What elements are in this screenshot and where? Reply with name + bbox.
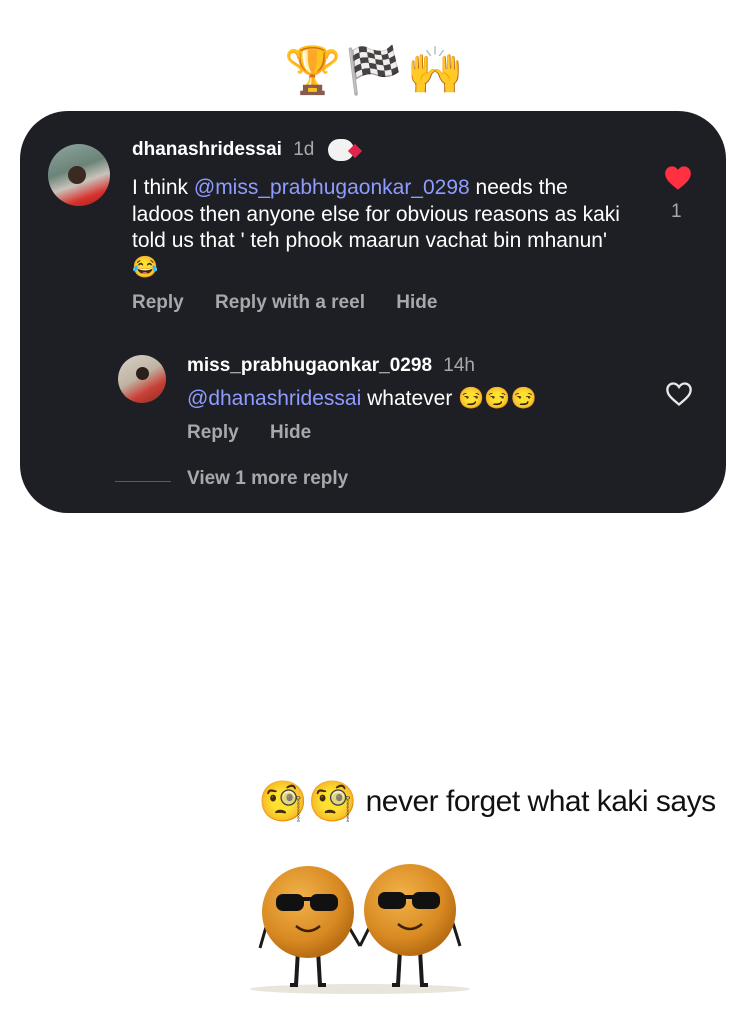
reply-button[interactable]: Reply xyxy=(132,292,184,313)
comment-username[interactable]: dhanashridessai xyxy=(132,139,282,160)
hide-button[interactable]: Hide xyxy=(396,292,437,313)
profile-badge-icon xyxy=(327,139,354,161)
caption-text: never forget what kaki says xyxy=(365,785,717,818)
reply-text-body: whatever 😏😏😏 xyxy=(361,387,537,410)
avatar-face xyxy=(68,166,86,184)
reply-avatar[interactable] xyxy=(118,355,166,403)
reply-reply-button[interactable]: Reply xyxy=(187,422,239,443)
comment-mention[interactable]: @miss_prabhugaonkar_0298 xyxy=(194,176,470,199)
ladoo-right xyxy=(358,864,462,987)
view-more-divider xyxy=(115,481,171,482)
comment-text-before: I think xyxy=(132,176,194,199)
reply-username-row: miss_prabhugaonkar_0298 14h xyxy=(187,355,475,377)
monocle-face-emojis: 🧐🧐 xyxy=(258,780,358,824)
avatar[interactable] xyxy=(48,144,110,206)
heart-filled-icon[interactable] xyxy=(664,165,692,191)
ladoo-left xyxy=(258,866,362,987)
reply-actions: Reply Hide xyxy=(187,422,337,444)
reply-mention[interactable]: @dhanashridessai xyxy=(187,387,361,410)
like-count: 1 xyxy=(671,201,682,222)
reply-text: @dhanashridessai whatever 😏😏😏 xyxy=(187,385,627,413)
reply-avatar-face xyxy=(136,367,149,380)
heart-outline-icon[interactable] xyxy=(665,381,693,407)
comment-actions: Reply Reply with a reel Hide xyxy=(132,292,463,314)
comment-card: dhanashridessai 1d I think @miss_prabhug… xyxy=(20,111,726,513)
reply-hide-button[interactable]: Hide xyxy=(270,422,311,443)
comment-text: I think @miss_prabhugaonkar_0298 needs t… xyxy=(132,175,632,281)
reply-time: 14h xyxy=(443,355,475,376)
reply-with-reel-button[interactable]: Reply with a reel xyxy=(215,292,365,313)
ladoo-characters-illustration xyxy=(250,864,470,994)
comment-username-row: dhanashridessai 1d xyxy=(132,139,354,161)
caption: 🧐🧐 never forget what kaki says xyxy=(258,774,748,830)
comment-time: 1d xyxy=(293,139,315,161)
reply-username[interactable]: miss_prabhugaonkar_0298 xyxy=(187,355,432,376)
view-more-replies-button[interactable]: View 1 more reply xyxy=(187,468,348,490)
top-emoji-row: 🏆🏁🙌 xyxy=(284,44,468,96)
